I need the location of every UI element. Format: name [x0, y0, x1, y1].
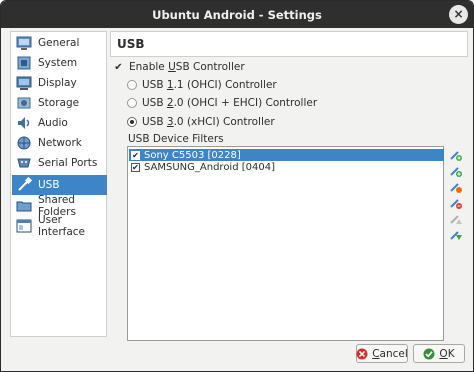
- radio-indicator: [127, 98, 137, 108]
- enable-usb-label: Enable USB Controller: [129, 61, 245, 73]
- cancel-icon: [356, 348, 368, 360]
- move-up-icon: [449, 212, 463, 229]
- cancel-button[interactable]: Cancel: [356, 344, 408, 363]
- page-title-text: USB: [117, 37, 145, 51]
- sidebar-item-label: Display: [38, 77, 77, 89]
- sidebar-item-usb[interactable]: USB: [12, 175, 107, 195]
- sidebar-item-label: System: [38, 57, 78, 69]
- general-icon: [16, 35, 32, 51]
- ok-icon: [423, 348, 435, 360]
- filter-checkbox[interactable]: ✔: [131, 150, 140, 160]
- edit-filter-icon: [449, 180, 463, 197]
- usb3-controller-radio[interactable]: USB 3.0 (xHCI) Controller: [127, 116, 275, 128]
- add-filter-icon: [449, 148, 463, 165]
- cancel-label: Cancel: [372, 347, 408, 360]
- sidebar-item-display[interactable]: Display: [12, 73, 107, 93]
- sidebar-item-label: Network: [38, 137, 82, 149]
- enable-usb-checkbox[interactable]: ✔ Enable USB Controller: [113, 61, 245, 73]
- usb2-controller-radio[interactable]: USB 2.0 (OHCI + EHCI) Controller: [127, 97, 317, 109]
- usb1-controller-radio[interactable]: USB 1.1 (OHCI) Controller: [127, 79, 277, 91]
- settings-sidebar: General System Display Storage Audio Net…: [10, 31, 107, 337]
- radio-indicator: [127, 117, 137, 127]
- radio-indicator: [127, 80, 137, 90]
- move-down-button[interactable]: [449, 229, 463, 243]
- sidebar-item-storage[interactable]: Storage: [12, 93, 107, 113]
- sidebar-item-user-interface[interactable]: User Interface: [12, 214, 107, 238]
- sidebar-item-general[interactable]: General: [12, 33, 107, 53]
- move-down-icon: [449, 228, 463, 245]
- usb-device-filters-label: USB Device Filters: [128, 133, 224, 145]
- sidebar-item-audio[interactable]: Audio: [12, 113, 107, 133]
- page-title: USB: [110, 31, 468, 57]
- display-icon: [16, 75, 32, 91]
- ok-button[interactable]: OK: [413, 344, 465, 363]
- serial-ports-icon: [16, 155, 32, 171]
- usb1-controller-label: USB 1.1 (OHCI) Controller: [142, 79, 277, 91]
- sidebar-item-network[interactable]: Network: [12, 133, 107, 153]
- filter-label: SAMSUNG_Android [0404]: [144, 161, 275, 173]
- usb3-controller-label: USB 3.0 (xHCI) Controller: [142, 116, 275, 128]
- add-from-device-button[interactable]: [449, 165, 463, 179]
- ok-label: OK: [439, 347, 455, 360]
- title-bar: Ubuntu Android - Settings ×: [1, 1, 473, 28]
- sidebar-item-system[interactable]: System: [12, 53, 107, 73]
- filter-row[interactable]: ✔ SAMSUNG_Android [0404]: [129, 161, 444, 173]
- edit-filter-button[interactable]: [449, 181, 463, 195]
- sidebar-item-label: User Interface: [38, 214, 86, 238]
- sidebar-item-label: Storage: [38, 97, 80, 109]
- shared-folders-icon: [16, 198, 32, 214]
- add-filter-button[interactable]: [449, 149, 463, 163]
- sidebar-item-label: USB: [38, 179, 60, 191]
- audio-icon: [16, 115, 32, 131]
- filter-label: Sony C5503 [0228]: [144, 149, 241, 161]
- sidebar-item-label: Serial Ports: [38, 157, 98, 169]
- filter-checkbox[interactable]: ✔: [131, 162, 140, 172]
- usb-icon: [16, 177, 32, 193]
- storage-icon: [16, 95, 32, 111]
- window-close-icon[interactable]: ×: [449, 5, 468, 24]
- move-up-button[interactable]: [449, 213, 463, 227]
- remove-filter-button[interactable]: [449, 197, 463, 211]
- sidebar-item-shared-folders[interactable]: Shared Folders: [12, 194, 107, 218]
- usb2-controller-label: USB 2.0 (OHCI + EHCI) Controller: [142, 97, 318, 109]
- sidebar-item-serial-ports[interactable]: Serial Ports: [12, 153, 107, 173]
- check-icon: ✔: [114, 61, 123, 73]
- add-from-device-icon: [449, 164, 463, 181]
- remove-filter-icon: [449, 196, 463, 213]
- network-icon: [16, 135, 32, 151]
- sidebar-item-label: Audio: [38, 117, 68, 129]
- system-icon: [16, 55, 32, 71]
- usb-filter-list[interactable]: ✔ Sony C5503 [0228] ✔ SAMSUNG_Android [0…: [127, 146, 444, 341]
- user-interface-icon: [16, 218, 32, 234]
- settings-window: Ubuntu Android - Settings × General Syst…: [0, 0, 474, 372]
- sidebar-item-label: General: [38, 37, 80, 49]
- window-title: Ubuntu Android - Settings: [152, 7, 322, 22]
- filter-row[interactable]: ✔ Sony C5503 [0228]: [129, 149, 444, 161]
